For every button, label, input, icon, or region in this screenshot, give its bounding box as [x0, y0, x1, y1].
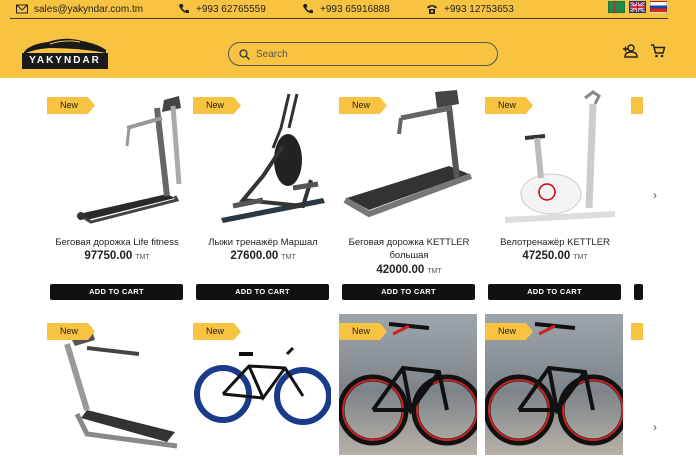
price-currency: TMT [427, 268, 442, 275]
product-image-bicycle[interactable]: New [193, 314, 331, 455]
product-card-partial[interactable] [631, 314, 643, 457]
add-to-cart-button[interactable]: ADD TO CART [50, 284, 183, 300]
product-price: 27600.00 TMT [193, 250, 333, 262]
product-price: 42000.00 TMT [339, 264, 479, 276]
flag-russian-icon[interactable] [650, 1, 667, 13]
product-image-bicycle-photo-2[interactable]: New [485, 314, 623, 455]
product-card[interactable]: New [339, 314, 477, 457]
header-divider [10, 18, 668, 19]
new-badge: New [339, 97, 387, 114]
new-badge-partial [631, 323, 643, 340]
new-badge: New [193, 323, 241, 340]
price-currency: TMT [573, 254, 588, 261]
logo-text[interactable]: YAKYNDAR [22, 53, 108, 69]
product-title[interactable]: Лыжи тренажёр Маршал [193, 236, 333, 249]
phone-icon [303, 4, 313, 14]
uk-cross-icon [630, 2, 645, 12]
price-currency: TMT [281, 254, 296, 261]
product-image-elliptical[interactable]: New [193, 88, 331, 228]
product-card[interactable]: New [47, 314, 185, 457]
new-badge: New [47, 323, 95, 340]
add-to-cart-button-partial[interactable] [634, 284, 643, 300]
flag-turkmen-icon[interactable] [608, 1, 625, 13]
add-to-cart-button[interactable]: ADD TO CART [488, 284, 621, 300]
product-image-treadmill-2[interactable]: New [47, 314, 185, 455]
new-badge: New [339, 323, 387, 340]
add-to-cart-button[interactable]: ADD TO CART [196, 284, 329, 300]
product-card[interactable]: New [485, 314, 623, 457]
add-to-cart-button[interactable]: ADD TO CART [342, 284, 475, 300]
price-value: 97750.00 [84, 250, 133, 262]
product-price: 97750.00 TMT [47, 250, 187, 262]
search-icon[interactable] [239, 48, 250, 60]
new-badge: New [485, 323, 533, 340]
header: sales@yakyndar.com.tm +993 62765559 +993… [0, 0, 696, 78]
mail-icon [16, 4, 28, 14]
contact-email[interactable]: sales@yakyndar.com.tm [16, 2, 143, 16]
phone-1-text: +993 62765559 [196, 3, 266, 15]
phone-icon [179, 4, 189, 14]
product-card-partial[interactable] [631, 88, 643, 308]
contact-phone-1[interactable]: +993 62765559 [178, 2, 266, 16]
price-value: 27600.00 [230, 250, 279, 262]
product-title[interactable]: Беговая дорожка Life fitness [47, 236, 187, 249]
new-badge: New [47, 97, 95, 114]
product-card[interactable]: New Беговая дорожка Life fitness 97750.0… [47, 88, 185, 308]
language-switcher [608, 1, 667, 13]
phone-3-text: +993 12753653 [444, 3, 514, 15]
contact-phone-2[interactable]: +993 65916888 [302, 2, 390, 16]
product-title[interactable]: Беговая дорожка KETTLER большая [339, 236, 479, 262]
product-title[interactable]: Велотренажёр KETTLER [485, 236, 625, 249]
product-card[interactable]: New Беговая дорожка KETTLER большая 4200… [339, 88, 477, 308]
new-badge: New [485, 97, 533, 114]
product-image-treadmill[interactable]: New [47, 88, 185, 228]
product-card[interactable]: New Велотренажёр KETTLER 47250.00 TMT ADD… [485, 88, 623, 308]
scroll-right-arrow[interactable]: › [653, 188, 663, 202]
price-value: 42000.00 [376, 264, 425, 276]
product-image-bicycle-photo[interactable]: New [339, 314, 477, 455]
product-image-bike-trainer[interactable]: New [485, 88, 623, 228]
price-value: 47250.00 [522, 250, 571, 262]
new-badge-partial [631, 97, 643, 114]
search-box[interactable] [228, 42, 498, 66]
price-currency: TMT [135, 254, 150, 261]
new-badge: New [193, 97, 241, 114]
landline-phone-icon [427, 5, 437, 14]
scroll-right-arrow[interactable]: › [653, 420, 663, 434]
email-text: sales@yakyndar.com.tm [34, 3, 144, 15]
product-image-treadmill-kettler[interactable]: New [339, 88, 477, 228]
product-price: 47250.00 TMT [485, 250, 625, 262]
product-card[interactable]: New Лыжи тренажёр Маршал 27600.00 TMT ADD… [193, 88, 331, 308]
add-user-icon[interactable] [622, 43, 638, 59]
product-card[interactable]: New [193, 314, 331, 457]
cart-icon[interactable] [650, 43, 666, 59]
search-input[interactable] [256, 48, 476, 60]
flag-english-icon[interactable] [629, 1, 646, 13]
phone-2-text: +993 65916888 [320, 3, 390, 15]
contact-phone-3[interactable]: +993 12753653 [426, 2, 514, 16]
